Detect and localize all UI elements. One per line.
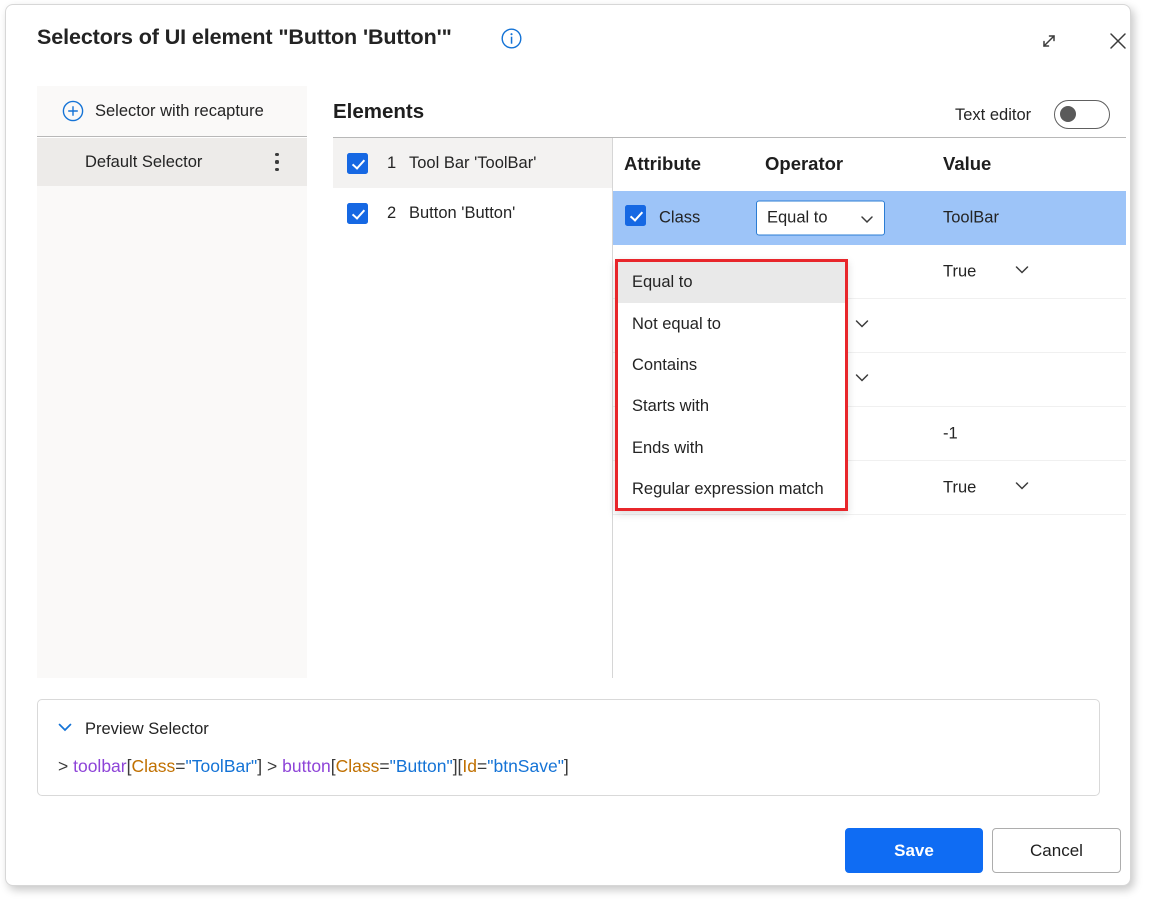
elements-list: 1 Tool Bar 'ToolBar' 2 Button 'Button' [333, 138, 612, 678]
info-circle-icon[interactable] [501, 28, 522, 49]
element-list-item-1[interactable]: 1 Tool Bar 'ToolBar' [333, 138, 612, 188]
element-name: Tool Bar 'ToolBar' [409, 154, 536, 173]
column-header-value: Value [943, 153, 991, 175]
table-row[interactable]: Class Equal to ToolBar [613, 191, 1126, 245]
selector-with-recapture-button[interactable]: Selector with recapture [37, 86, 307, 137]
attribute-value: True [943, 478, 976, 497]
preview-tag-1: toolbar [73, 756, 127, 776]
attribute-name: Class [659, 209, 700, 228]
preview-selector-code: > toolbar[Class="ToolBar"] > button[Clas… [58, 756, 569, 777]
preview-prompt: > [58, 756, 68, 776]
dropdown-option-ends-with[interactable]: Ends with [618, 428, 845, 469]
screen: Selectors of UI element "Button 'Button'… [0, 0, 1155, 900]
expand-diagonal-icon[interactable] [1032, 24, 1066, 58]
dropdown-option-starts-with[interactable]: Starts with [618, 386, 845, 427]
chevron-down-icon[interactable] [1013, 476, 1031, 499]
dropdown-option-contains[interactable]: Contains [618, 345, 845, 386]
preview-attr-1-value: "ToolBar" [186, 756, 258, 776]
preview-separator: > [267, 756, 277, 776]
attribute-checkbox-wrap [625, 205, 646, 231]
chevron-down-icon [859, 212, 875, 233]
dropdown-option-regular-expression-match[interactable]: Regular expression match [618, 469, 845, 510]
chevron-down-icon[interactable] [853, 314, 871, 337]
chevron-down-icon[interactable] [853, 368, 871, 391]
page-title: Selectors of UI element "Button 'Button'… [37, 25, 452, 50]
plus-circle-icon [62, 100, 84, 122]
selector-with-recapture-label: Selector with recapture [95, 102, 264, 121]
dialog-footer: Save Cancel [6, 817, 1130, 886]
attribute-value: True [943, 262, 976, 281]
operator-combobox[interactable]: Equal to [756, 201, 885, 236]
element-name: Button 'Button' [409, 204, 515, 223]
column-header-attribute: Attribute [624, 153, 701, 175]
kebab-more-icon[interactable] [261, 153, 293, 171]
preview-selector-toggle[interactable]: Preview Selector [56, 718, 209, 741]
preview-attr-2-value: "Button" [390, 756, 453, 776]
preview-attr-2-name: Class [336, 756, 380, 776]
toggle-knob [1060, 106, 1076, 122]
operator-combobox-value: Equal to [767, 209, 828, 228]
text-editor-label: Text editor [955, 106, 1031, 125]
element-checkbox[interactable] [347, 203, 368, 224]
attribute-value: -1 [943, 424, 958, 443]
selectors-sidebar: Selector with recapture Default Selector [37, 86, 307, 678]
selector-item-label: Default Selector [85, 153, 202, 172]
text-editor-toggle[interactable] [1054, 100, 1110, 129]
column-header-operator: Operator [765, 153, 843, 175]
attribute-checkbox[interactable] [625, 205, 646, 226]
dialog-titlebar: Selectors of UI element "Button 'Button'… [6, 5, 1130, 77]
attributes-table-header: Attribute Operator Value [613, 138, 1126, 191]
attribute-value: ToolBar [943, 209, 999, 228]
cancel-button[interactable]: Cancel [992, 828, 1121, 873]
element-index: 1 [387, 154, 401, 173]
element-list-item-2[interactable]: 2 Button 'Button' [333, 188, 612, 238]
chevron-down-icon [56, 718, 74, 741]
operator-dropdown-menu[interactable]: Equal to Not equal to Contains Starts wi… [615, 259, 848, 511]
element-index: 2 [387, 204, 401, 223]
selector-list-item-default[interactable]: Default Selector [37, 138, 307, 186]
close-x-icon[interactable] [1101, 24, 1131, 58]
chevron-down-icon[interactable] [1013, 260, 1031, 283]
selectors-dialog: Selectors of UI element "Button 'Button'… [5, 4, 1131, 886]
element-checkbox[interactable] [347, 153, 368, 174]
preview-tag-2: button [282, 756, 331, 776]
preview-selector-panel: Preview Selector > toolbar[Class="ToolBa… [37, 699, 1100, 796]
selector-list: Default Selector [37, 138, 307, 678]
preview-attr-1-name: Class [132, 756, 176, 776]
save-button[interactable]: Save [845, 828, 983, 873]
preview-attr-3-name: Id [462, 756, 477, 776]
dropdown-option-equal-to[interactable]: Equal to [618, 262, 845, 303]
preview-selector-label: Preview Selector [85, 720, 209, 739]
dropdown-option-not-equal-to[interactable]: Not equal to [618, 303, 845, 344]
elements-heading: Elements [333, 100, 424, 124]
preview-attr-3-value: "btnSave" [487, 756, 564, 776]
